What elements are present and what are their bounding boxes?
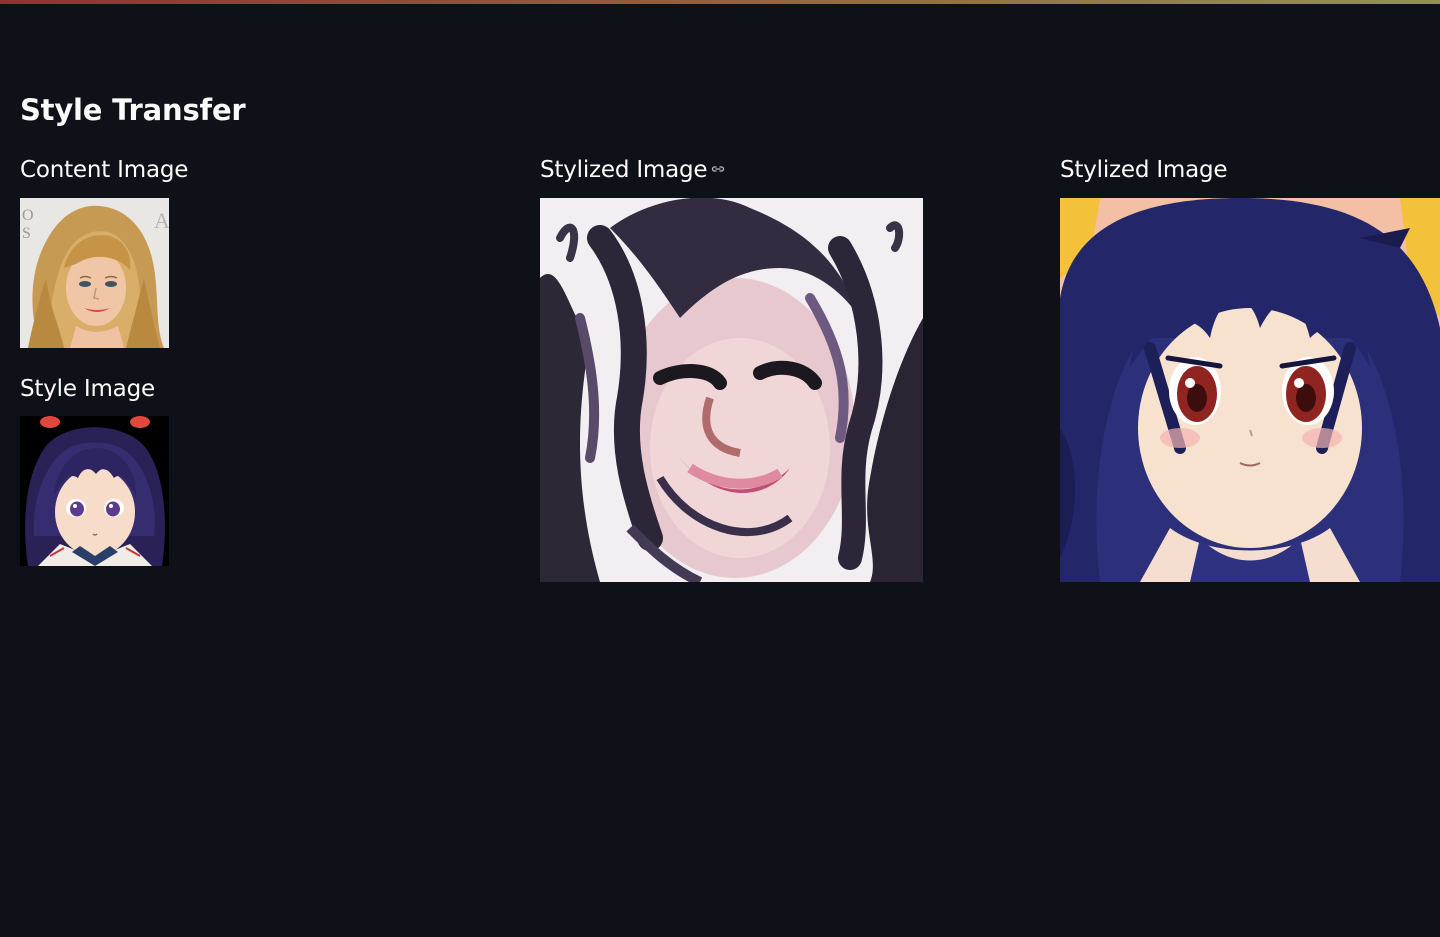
style-image (20, 416, 169, 566)
app-main: Style Transfer Content Image O S A Style… (0, 0, 1440, 937)
svg-text:O: O (22, 207, 34, 224)
stylized-image-heading-2: Stylized Image (1060, 157, 1228, 183)
style-image-heading: Style Image (20, 376, 155, 402)
svg-text:S: S (22, 225, 31, 242)
stylized-image-heading-1: Stylized Image (540, 154, 725, 186)
link-icon[interactable] (711, 153, 725, 185)
svg-text:A: A (154, 208, 169, 233)
content-image-heading: Content Image (20, 157, 189, 183)
page-title: Style Transfer (20, 93, 246, 127)
content-image: O S A (20, 198, 169, 348)
stylized-image-1 (540, 198, 923, 582)
stylized-image-heading-1-text: Stylized Image (540, 157, 708, 183)
stylized-image-2 (1060, 198, 1440, 582)
